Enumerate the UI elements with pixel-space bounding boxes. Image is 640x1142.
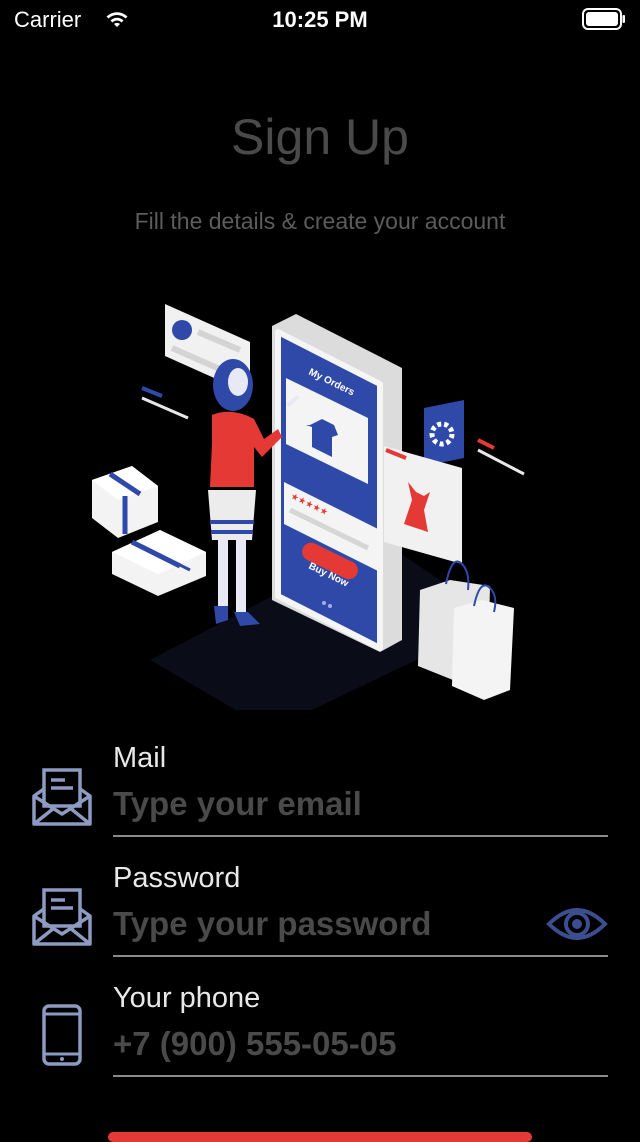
envelope-open-icon xyxy=(32,768,92,826)
page-title: Sign Up xyxy=(231,109,409,165)
phone-input[interactable] xyxy=(113,1022,543,1066)
phone-field: Your phone xyxy=(0,982,640,1092)
sign-up-button[interactable] xyxy=(108,1132,532,1142)
password-input[interactable] xyxy=(113,902,543,946)
mail-label: Mail xyxy=(113,742,167,774)
password-underline xyxy=(113,955,608,957)
phone-icon xyxy=(42,1004,82,1066)
password-label: Password xyxy=(113,862,241,894)
mail-field: Mail xyxy=(0,742,640,852)
shopping-illustration: My Orders ★★★★★ Buy Now xyxy=(92,304,525,710)
email-input[interactable] xyxy=(113,782,543,826)
password-field: Password xyxy=(0,862,640,972)
page-subtitle: Fill the details & create your account xyxy=(134,208,506,234)
eye-icon[interactable] xyxy=(546,900,608,948)
email-underline xyxy=(113,835,608,837)
battery-icon xyxy=(582,8,625,30)
phone-underline xyxy=(113,1075,608,1077)
phone-label: Your phone xyxy=(113,982,261,1014)
envelope-open-icon xyxy=(32,888,92,946)
status-bar: Carrier 10:25 PM xyxy=(0,0,640,40)
clock: 10:25 PM xyxy=(272,7,368,32)
